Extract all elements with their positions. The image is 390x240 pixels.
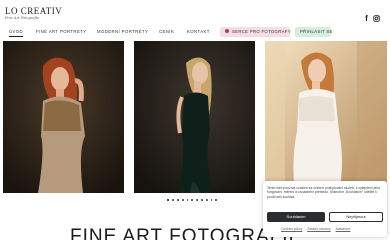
slider-dot[interactable] <box>167 199 170 202</box>
cookie-link-settings[interactable]: Nastavení <box>336 227 351 231</box>
slider-dot[interactable] <box>205 199 208 201</box>
cookie-reject-button[interactable]: Nepřijmout <box>329 212 383 222</box>
cookie-link-privacy[interactable]: Zásady ochrany <box>307 227 330 231</box>
slider-dot[interactable] <box>196 199 198 201</box>
logo-text: LO CREATIV <box>5 6 63 16</box>
slider-photo-2[interactable] <box>134 41 255 193</box>
site-logo[interactable]: LO CREATIV Fine Art Fotografie <box>5 6 62 21</box>
facebook-icon[interactable]: f <box>362 14 371 23</box>
slider-dot[interactable] <box>191 199 194 201</box>
slider-dot[interactable] <box>172 199 174 201</box>
instagram-icon[interactable] <box>372 14 381 23</box>
slider-dot[interactable] <box>181 199 184 201</box>
portrait-white-dress-image <box>265 41 387 193</box>
photographer-button-label: SERCE PRO FOTOGRAFY <box>232 29 291 34</box>
nav-item-cenik[interactable]: CENÍK <box>159 27 174 37</box>
page: LO CREATIV Fine Art Fotografie f ÚVOD FI… <box>0 0 390 240</box>
slider-dot[interactable] <box>215 199 218 201</box>
heart-icon <box>225 29 229 34</box>
portrait-redhead-image <box>3 41 124 193</box>
instagram-glyph <box>373 15 380 22</box>
cookie-links: Cookies policy Zásady ochrany Nastavení <box>281 227 354 231</box>
nav-item-fine-art[interactable]: FINE ART PORTRÉTY <box>36 27 87 37</box>
slider-dot[interactable] <box>200 199 203 201</box>
main-nav: ÚVOD FINE ART PORTRÉTY MODERNÍ PORTRÉTY … <box>0 27 390 37</box>
slider-dot[interactable] <box>176 199 179 201</box>
login-button[interactable]: PŘIHLÁSIT SE <box>295 27 332 37</box>
cookie-banner: Tento web používá cookies za účelem posk… <box>263 181 387 237</box>
cookie-text: Tento web používá cookies za účelem posk… <box>267 186 381 199</box>
slider-dot[interactable] <box>186 199 189 201</box>
portrait-blonde-image <box>134 41 255 193</box>
cookie-accept-button[interactable]: Souhlasím <box>267 212 325 222</box>
slider-dot[interactable] <box>210 199 213 201</box>
slider-photo-3[interactable] <box>265 41 387 193</box>
photographer-button[interactable]: SERCE PRO FOTOGRAFY <box>220 27 291 37</box>
nav-item-kontakt[interactable]: KONTAKT <box>187 27 210 37</box>
slider-dots <box>167 199 218 202</box>
logo-tagline: Fine Art Fotografie <box>5 16 39 20</box>
nav-item-moderni[interactable]: MODERNÍ PORTRÉTY <box>97 27 148 37</box>
cookie-link-policy[interactable]: Cookies policy <box>281 227 302 231</box>
nav-item-uvod[interactable]: ÚVOD <box>9 27 24 37</box>
slider-photo-1[interactable] <box>3 41 124 193</box>
